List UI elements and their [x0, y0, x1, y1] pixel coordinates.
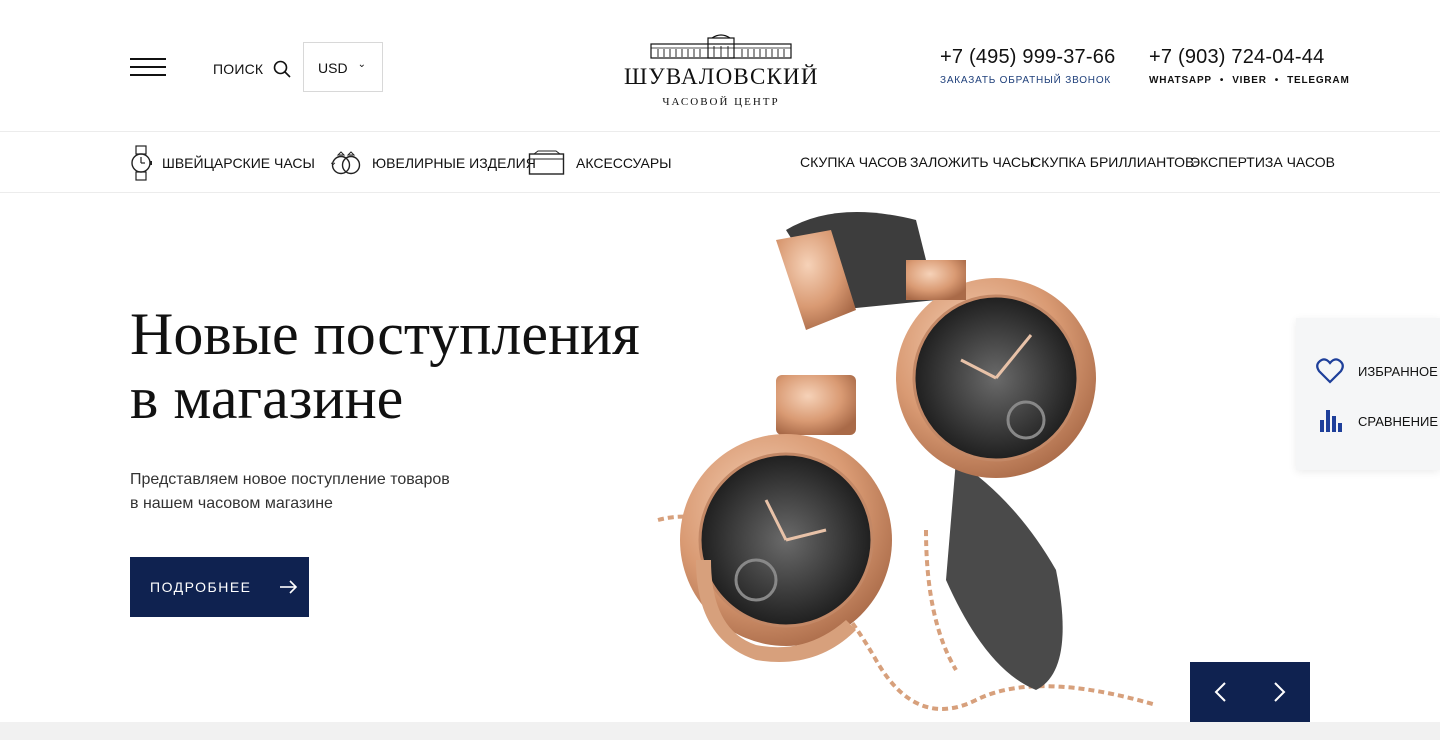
nav-item-label: АКСЕССУАРЫ	[576, 154, 672, 171]
hero-subtitle-line2: в нашем часовом магазине	[130, 495, 333, 512]
section-divider	[0, 722, 1440, 740]
building-logo-icon	[650, 34, 792, 59]
messenger-whatsapp-link[interactable]: WHATSAPP	[1149, 75, 1212, 86]
favorites-button[interactable]: ИЗБРАННОЕ	[1316, 358, 1438, 384]
logo-subtitle: ЧАСОВОЙ ЦЕНТР	[662, 96, 780, 108]
more-details-button[interactable]: ПОДРОБНЕЕ	[130, 557, 309, 617]
logo-brand: ШУВАЛОВСКИЙ	[624, 64, 819, 89]
phone-number-mobile[interactable]: +7 (903) 724-04-44	[1149, 46, 1350, 69]
slider-next-button[interactable]	[1250, 662, 1310, 722]
site-header: ПОИСК USD ⌄ ШУВАЛОВСКИЙ ЧАСОВОЙ ЦЕНТР +7…	[0, 0, 1440, 132]
hero-subtitle: Представляем новое поступление товаров в…	[130, 468, 510, 516]
chevron-down-icon: ⌄	[357, 59, 366, 70]
site-logo[interactable]: ШУВАЛОВСКИЙ ЧАСОВОЙ ЦЕНТР	[624, 34, 818, 110]
nav-item-swiss-watches[interactable]: ШВЕЙЦАРСКИЕ ЧАСЫ ⌄	[130, 132, 337, 193]
rings-icon	[330, 150, 362, 175]
phone-block-mobile: +7 (903) 724-04-44 WHATSAPP • VIBER • TE…	[1149, 46, 1350, 86]
chevron-left-icon	[1214, 682, 1226, 702]
phone-number-main[interactable]: +7 (495) 999-37-66	[940, 46, 1115, 69]
hero-slider-controls	[1190, 662, 1310, 722]
messengers-list: WHATSAPP • VIBER • TELEGRAM	[1149, 75, 1350, 86]
nav-link-diamond-buyback[interactable]: СКУПКА БРИЛЛИАНТОВ	[1031, 154, 1194, 170]
callback-link[interactable]: ЗАКАЗАТЬ ОБРАТНЫЙ ЗВОНОК	[940, 75, 1115, 86]
messenger-viber-link[interactable]: VIBER	[1232, 75, 1267, 86]
watch-icon	[130, 144, 152, 181]
phone-block-main: +7 (495) 999-37-66 ЗАКАЗАТЬ ОБРАТНЫЙ ЗВО…	[940, 46, 1115, 86]
compare-label: СРАВНЕНИЕ	[1358, 413, 1438, 429]
separator-dot: •	[1219, 75, 1225, 86]
wallet-icon	[528, 150, 566, 176]
hero-subtitle-line1: Представляем новое поступление товаров	[130, 471, 450, 488]
favorites-label: ИЗБРАННОЕ	[1358, 363, 1438, 379]
hero-title-line2: в магазине	[130, 365, 404, 431]
nav-item-label: ШВЕЙЦАРСКИЕ ЧАСЫ	[162, 154, 315, 171]
currency-select[interactable]: USD ⌄	[303, 42, 383, 92]
hero-title: Новые поступления в магазине	[130, 302, 690, 430]
search-label: ПОИСК	[213, 61, 264, 77]
nav-item-accessories[interactable]: АКСЕССУАРЫ	[528, 132, 672, 193]
compare-button[interactable]: СРАВНЕНИЕ	[1316, 408, 1438, 434]
chevron-right-icon	[1274, 682, 1286, 702]
heart-icon	[1316, 358, 1344, 384]
hero-title-line1: Новые поступления	[130, 301, 640, 367]
main-nav: ШВЕЙЦАРСКИЕ ЧАСЫ ⌄ ЮВЕЛИРНЫЕ ИЗДЕЛИЯ АКС…	[0, 132, 1440, 193]
menu-burger-button[interactable]	[130, 58, 166, 78]
arrow-right-icon	[279, 580, 297, 594]
search-icon	[273, 60, 291, 78]
separator-dot: •	[1274, 75, 1280, 86]
cta-label: ПОДРОБНЕЕ	[150, 579, 252, 595]
nav-item-jewelry[interactable]: ЮВЕЛИРНЫЕ ИЗДЕЛИЯ	[330, 132, 536, 193]
search-button[interactable]: ПОИСК	[213, 60, 291, 78]
hero-product-image	[657, 212, 1157, 711]
nav-link-watch-buyback[interactable]: СКУПКА ЧАСОВ	[800, 154, 907, 170]
compare-chart-icon	[1320, 410, 1342, 432]
messenger-telegram-link[interactable]: TELEGRAM	[1287, 75, 1350, 86]
nav-link-watch-expertise[interactable]: ЭКСПЕРТИЗА ЧАСОВ	[1190, 154, 1335, 170]
currency-value: USD	[318, 60, 348, 76]
side-panel: ИЗБРАННОЕ СРАВНЕНИЕ	[1296, 318, 1440, 470]
nav-item-label: ЮВЕЛИРНЫЕ ИЗДЕЛИЯ	[372, 154, 536, 171]
nav-link-pawn-watches[interactable]: ЗАЛОЖИТЬ ЧАСЫ	[910, 154, 1033, 170]
slider-prev-button[interactable]	[1190, 662, 1250, 722]
